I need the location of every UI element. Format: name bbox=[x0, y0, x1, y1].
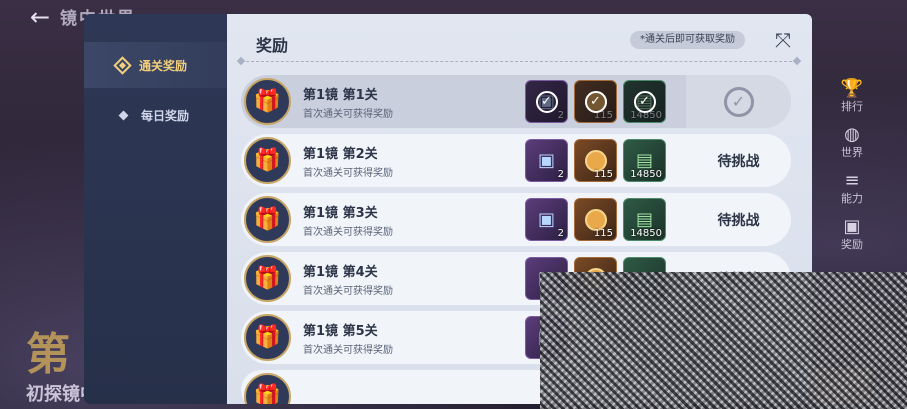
divider bbox=[241, 61, 797, 62]
gift-icon: 🎁 bbox=[244, 137, 291, 184]
nav-reward-label: 奖励 bbox=[841, 238, 863, 251]
reward-cash-item[interactable]: ▤ 14850 bbox=[623, 139, 666, 182]
nav-rank-label: 排行 bbox=[840, 100, 863, 113]
tab-clear-rewards[interactable]: 通关奖励 bbox=[84, 42, 227, 88]
claimed-status: ✓ bbox=[686, 75, 791, 128]
claimed-overlay: ✓ bbox=[575, 81, 616, 122]
check-icon: ✓ bbox=[633, 90, 656, 113]
gift-icon: 🎁 bbox=[244, 314, 291, 361]
stage-row[interactable]: 🎁 第1镜 第2关 首次通关可获得奖励 ▣ 2 ● 115 ▤ 14850 待挑… bbox=[241, 134, 791, 187]
check-icon: ✓ bbox=[584, 90, 607, 113]
reward-cash-item[interactable]: ▤ 14850 bbox=[623, 198, 666, 241]
reward-box-item[interactable]: ▣ 2 bbox=[525, 198, 568, 241]
reward-qty: 2 bbox=[557, 228, 564, 239]
reward-coin-item[interactable]: ● 115 bbox=[574, 139, 617, 182]
stage-desc: 首次通关可获得奖励 bbox=[303, 168, 393, 179]
stage-desc: 首次通关可获得奖励 bbox=[303, 345, 393, 356]
gift-icon: 🎁 bbox=[244, 78, 291, 125]
tab-clear-rewards-label: 通关奖励 bbox=[139, 58, 188, 73]
cash-icon: ▤ bbox=[635, 150, 653, 171]
nav-world-label: 世界 bbox=[841, 146, 863, 159]
box-icon: ▣ bbox=[537, 150, 555, 171]
challenge-button[interactable]: 待挑战 bbox=[686, 193, 791, 246]
panel-title: 奖励 bbox=[256, 36, 289, 55]
nav-rank[interactable]: 🏆 排行 bbox=[841, 78, 863, 114]
stage-desc: 首次通关可获得奖励 bbox=[303, 227, 393, 238]
reward-coin-item[interactable]: ● 115 bbox=[574, 198, 617, 241]
ability-icon: ≡ bbox=[844, 170, 860, 191]
reward-coin-item[interactable]: ● 115 ✓ bbox=[574, 80, 617, 123]
nav-reward[interactable]: ▣ 奖励 bbox=[841, 216, 863, 252]
diamond-dot-icon bbox=[118, 110, 129, 120]
stage-name: 第1镜 第4关 bbox=[303, 265, 378, 280]
stage-name: 第1镜 第5关 bbox=[303, 324, 378, 339]
reward-items: ▣ 2 ✓ ● 115 ✓ ▤ 14850 ✓ bbox=[525, 80, 666, 123]
reward-cash-item[interactable]: ▤ 14850 ✓ bbox=[623, 80, 666, 123]
tab-daily-rewards-label: 每日奖励 bbox=[141, 108, 190, 123]
globe-icon: ◍ bbox=[844, 124, 860, 145]
obscured-region bbox=[540, 272, 907, 409]
reward-items: ▣ 2 ● 115 ▤ 14850 bbox=[525, 198, 666, 241]
nav-ability[interactable]: ≡ 能力 bbox=[841, 170, 863, 206]
reward-box-item[interactable]: ▣ 2 ✓ bbox=[525, 80, 568, 123]
reward-tabs: 通关奖励 每日奖励 bbox=[84, 14, 227, 404]
clear-notice: *通关后即可获取奖励 bbox=[630, 31, 745, 49]
check-icon: ✓ bbox=[535, 90, 558, 113]
back-arrow-icon[interactable]: ← bbox=[30, 4, 56, 30]
nav-ability-label: 能力 bbox=[841, 192, 863, 205]
reward-qty: 115 bbox=[593, 169, 613, 180]
gift-icon: 🎁 bbox=[244, 196, 291, 243]
stage-desc: 首次通关可获得奖励 bbox=[303, 286, 393, 297]
reward-qty: 2 bbox=[557, 169, 564, 180]
reward-qty: 14850 bbox=[630, 169, 662, 180]
stage-name: 第1镜 第2关 bbox=[303, 147, 378, 162]
reward-qty: 115 bbox=[593, 228, 613, 239]
cash-icon: ▤ bbox=[635, 209, 653, 230]
claimed-overlay: ✓ bbox=[526, 81, 567, 122]
challenge-button[interactable]: 待挑战 bbox=[686, 134, 791, 187]
diamond-icon bbox=[113, 55, 132, 75]
tab-daily-rewards[interactable]: 每日奖励 bbox=[84, 92, 227, 138]
right-side-nav: 🏆 排行 ◍ 世界 ≡ 能力 ▣ 奖励 bbox=[830, 78, 874, 252]
scene-chapter-text: 第 bbox=[26, 329, 70, 380]
stage-desc: 首次通关可获得奖励 bbox=[303, 109, 393, 120]
nav-world[interactable]: ◍ 世界 bbox=[841, 124, 863, 160]
close-icon[interactable]: ⤧ bbox=[771, 28, 795, 52]
gift-icon: 🎁 bbox=[244, 255, 291, 302]
box-icon: ▣ bbox=[537, 209, 555, 230]
stage-name: 第1镜 第1关 bbox=[303, 88, 378, 103]
check-circle-icon: ✓ bbox=[723, 86, 754, 117]
claimed-overlay: ✓ bbox=[624, 81, 665, 122]
stage-row[interactable]: 🎁 第1镜 第1关 首次通关可获得奖励 ▣ 2 ✓ ● 115 ✓ ▤ 1485… bbox=[241, 75, 791, 128]
reward-icon: ▣ bbox=[843, 216, 861, 237]
stage-name: 第1镜 第3关 bbox=[303, 206, 378, 221]
reward-qty: 14850 bbox=[630, 228, 662, 239]
reward-items: ▣ 2 ● 115 ▤ 14850 bbox=[525, 139, 666, 182]
reward-box-item[interactable]: ▣ 2 bbox=[525, 139, 568, 182]
stage-row[interactable]: 🎁 第1镜 第3关 首次通关可获得奖励 ▣ 2 ● 115 ▤ 14850 待挑… bbox=[241, 193, 791, 246]
gift-icon: 🎁 bbox=[244, 373, 291, 404]
trophy-icon: 🏆 bbox=[840, 78, 864, 99]
